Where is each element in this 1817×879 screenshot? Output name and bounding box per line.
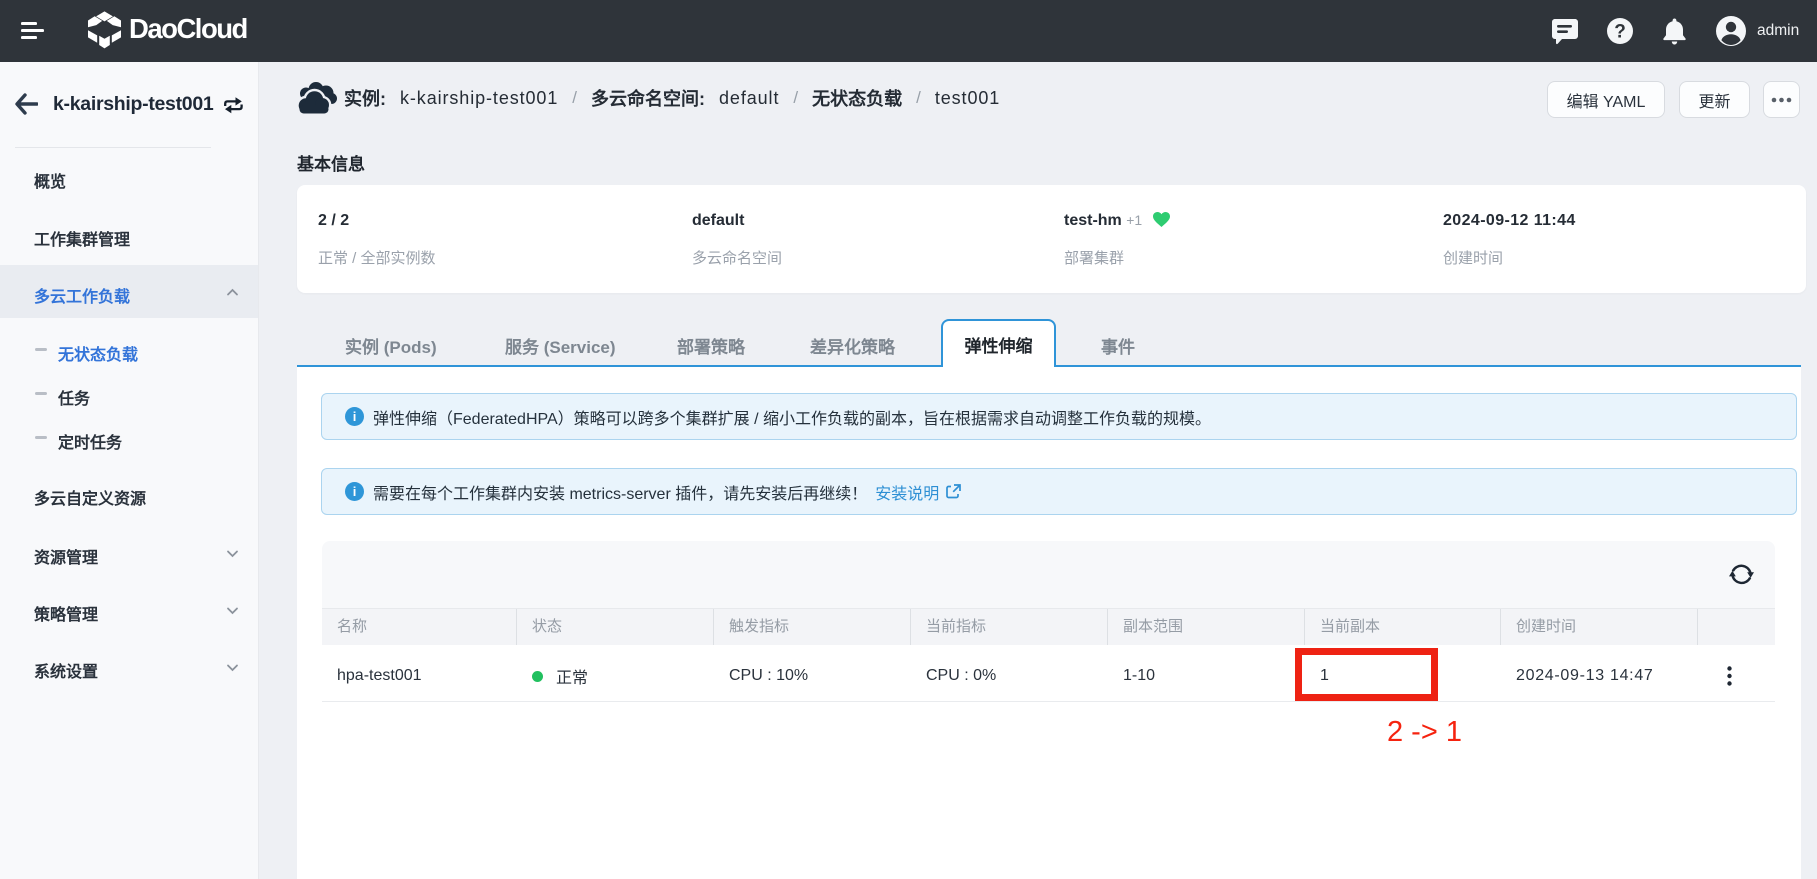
svg-text:?: ? xyxy=(1614,22,1626,43)
